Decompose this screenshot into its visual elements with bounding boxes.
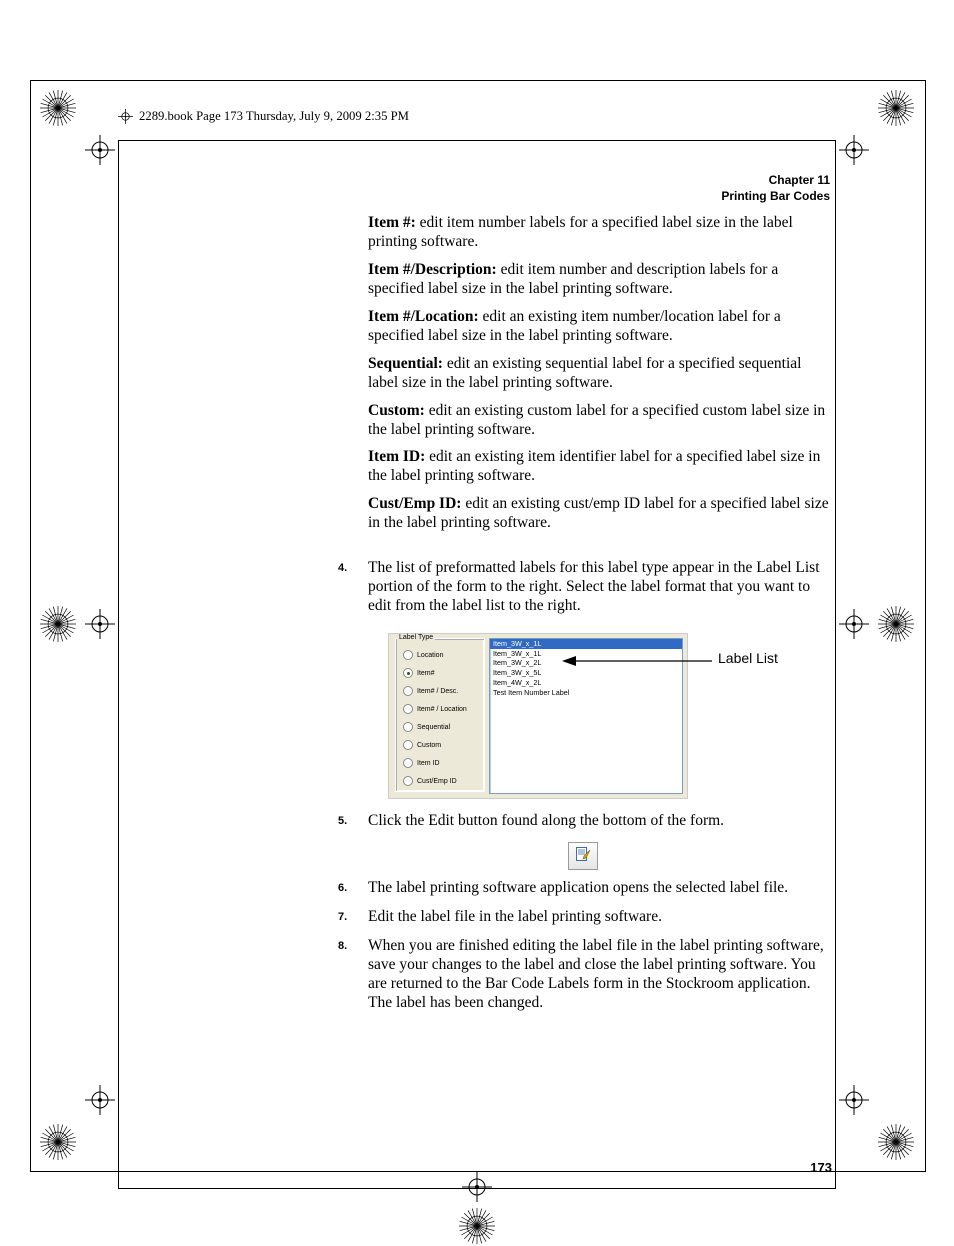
target-crop-icon	[85, 609, 115, 639]
radial-crop-icon	[876, 1122, 916, 1162]
radio-location[interactable]: Location	[403, 650, 443, 660]
step-5-number: 5.	[338, 812, 368, 831]
list-item[interactable]: Item_3W_x_1L	[490, 639, 682, 649]
radial-crop-icon	[876, 604, 916, 644]
target-crop-icon	[839, 609, 869, 639]
def-custom: Custom: edit an existing custom label fo…	[368, 402, 830, 440]
step-8: 8. When you are finished editing the lab…	[338, 937, 830, 1013]
radial-crop-icon	[876, 88, 916, 128]
def-cust-emp-id: Cust/Emp ID: edit an existing cust/emp I…	[368, 495, 830, 533]
radial-crop-icon	[38, 1122, 78, 1162]
radio-custom[interactable]: Custom	[403, 740, 441, 750]
radial-crop-icon	[38, 88, 78, 128]
step-5: 5. Click the Edit button found along the…	[338, 812, 830, 841]
callout-label: Label List	[718, 650, 778, 666]
radio-sequential[interactable]: Sequential	[403, 722, 450, 732]
step-7: 7. Edit the label file in the label prin…	[338, 908, 830, 927]
target-crop-icon	[839, 1085, 869, 1115]
content-column: Chapter 11 Printing Bar Codes Item #: ed…	[368, 172, 830, 542]
target-crop-icon	[462, 1172, 492, 1202]
list-item[interactable]: Test Item Number Label	[490, 688, 682, 698]
list-item[interactable]: Item_4W_x_2L	[490, 678, 682, 688]
header-text: 2289.book Page 173 Thursday, July 9, 200…	[139, 109, 409, 124]
def-item-loc: Item #/Location: edit an existing item n…	[368, 308, 830, 346]
def-item-desc: Item #/Description: edit item number and…	[368, 261, 830, 299]
radial-crop-icon	[38, 604, 78, 644]
step-5-text: Click the Edit button found along the bo…	[368, 812, 830, 831]
radial-crop-icon	[457, 1206, 497, 1246]
def-sequential: Sequential: edit an existing sequential …	[368, 355, 830, 393]
page: 2289.book Page 173 Thursday, July 9, 200…	[0, 0, 954, 1235]
edit-icon	[575, 846, 591, 867]
step-6: 6. The label printing software applicati…	[338, 879, 830, 898]
target-icon	[118, 109, 133, 124]
radio-item-loc[interactable]: Item# / Location	[403, 704, 467, 714]
chapter-header: Chapter 11 Printing Bar Codes	[368, 172, 830, 204]
def-item-num: Item #: edit item number labels for a sp…	[368, 214, 830, 252]
page-number: 173	[810, 1160, 832, 1175]
edit-button-figure	[568, 842, 598, 870]
step-4-text: The list of preformatted labels for this…	[368, 559, 830, 616]
radio-item-desc[interactable]: Item# / Desc.	[403, 686, 458, 696]
step-4-number: 4.	[338, 559, 368, 616]
label-type-legend: Label Type	[397, 634, 435, 641]
callout-arrow	[562, 654, 712, 668]
target-crop-icon	[85, 135, 115, 165]
steps-6-8: 6. The label printing software applicati…	[338, 879, 830, 1022]
radio-item-id[interactable]: Item ID	[403, 758, 440, 768]
radio-cust-emp-id[interactable]: Cust/Emp ID	[403, 776, 457, 786]
target-crop-icon	[839, 135, 869, 165]
step-4: 4. The list of preformatted labels for t…	[338, 559, 830, 626]
label-type-group: Label Type Location Item# Item# / Desc. …	[395, 636, 485, 796]
list-item[interactable]: Item_3W_x_5L	[490, 668, 682, 678]
target-crop-icon	[85, 1085, 115, 1115]
book-header-line: 2289.book Page 173 Thursday, July 9, 200…	[118, 109, 409, 124]
chapter-title: Printing Bar Codes	[368, 188, 830, 204]
chapter-number: Chapter 11	[368, 172, 830, 188]
radio-item-num[interactable]: Item#	[403, 668, 435, 678]
def-item-id: Item ID: edit an existing item identifie…	[368, 448, 830, 486]
